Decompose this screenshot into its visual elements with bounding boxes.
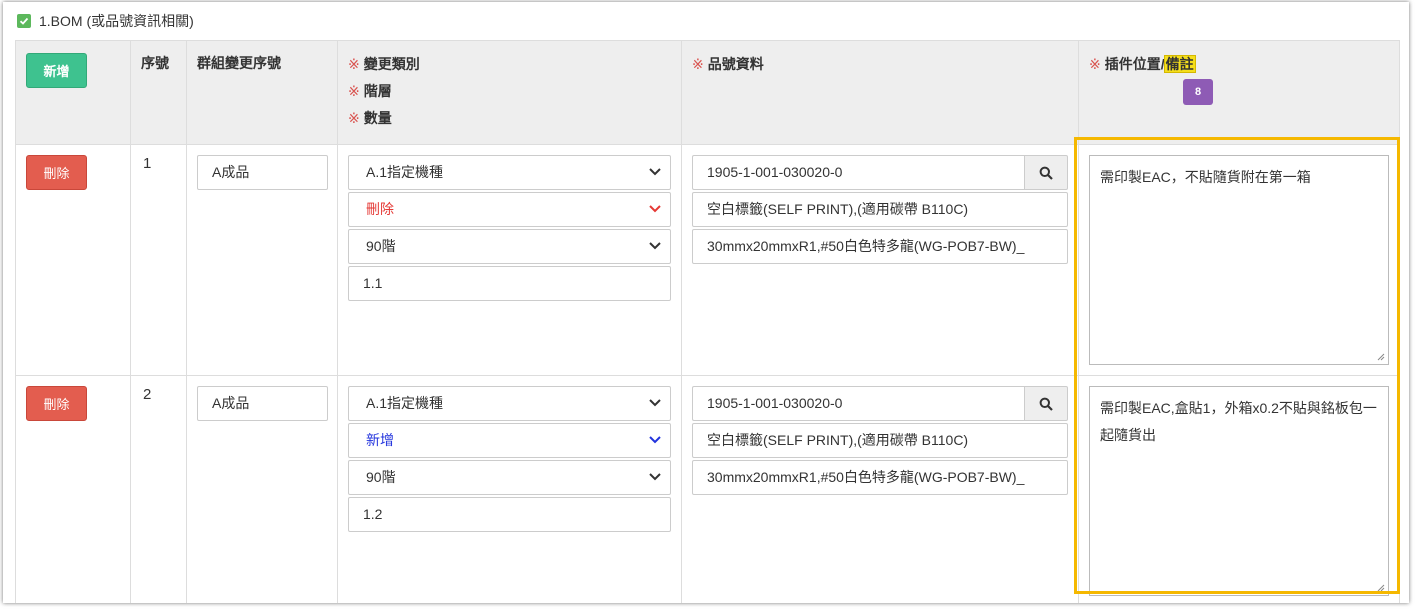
- resize-handle-icon[interactable]: [1375, 351, 1385, 361]
- part-search-group: 1905-1-001-030020-0: [692, 155, 1068, 190]
- delete-button[interactable]: 刪除: [26, 386, 87, 421]
- chevron-down-icon: [649, 242, 661, 250]
- action-select[interactable]: 新增: [348, 423, 671, 458]
- header-group-seq: 群組變更序號: [186, 40, 338, 145]
- part-number-input[interactable]: 1905-1-001-030020-0: [692, 155, 1024, 190]
- part-search-button[interactable]: [1024, 155, 1068, 190]
- required-mark: ※: [348, 56, 360, 72]
- add-button[interactable]: 新增: [26, 53, 87, 88]
- quantity-input[interactable]: 1.2: [348, 497, 671, 532]
- check-icon: [19, 17, 29, 25]
- row-part-cell: 1905-1-001-030020-0 空白標籤(SELF PRINT),(適用…: [681, 375, 1079, 603]
- required-mark: ※: [692, 56, 704, 72]
- delete-button[interactable]: 刪除: [26, 155, 87, 190]
- level-select[interactable]: 90階: [348, 460, 671, 495]
- row-seq-cell: 1: [130, 144, 187, 376]
- chevron-down-icon: [649, 168, 661, 176]
- header-position-remark: ※ 插件位置/備註: [1078, 40, 1400, 145]
- part-search-group: 1905-1-001-030020-0: [692, 386, 1068, 421]
- row-part-cell: 1905-1-001-030020-0 空白標籤(SELF PRINT),(適用…: [681, 144, 1079, 376]
- row-seq: 2: [143, 386, 152, 403]
- change-type-select[interactable]: A.1指定機種: [348, 155, 671, 190]
- part-number-input[interactable]: 1905-1-001-030020-0: [692, 386, 1024, 421]
- row-action-cell: 刪除: [15, 375, 131, 603]
- required-mark: ※: [1089, 56, 1101, 72]
- section-checkbox[interactable]: [17, 14, 31, 28]
- bom-panel: 1.BOM (或品號資訊相關) 新增 序號 群組變更序號 ※ 變更類別 ※ 階層 ※…: [3, 2, 1409, 603]
- row-action-cell: 刪除: [15, 144, 131, 376]
- chevron-down-icon: [649, 473, 661, 481]
- row-seq: 1: [143, 155, 152, 172]
- quantity-input[interactable]: 1.1: [348, 266, 671, 301]
- remark-textarea[interactable]: 需印製EAC,盒貼1，外箱x0.2不貼與銘板包一起隨貨出: [1089, 386, 1389, 596]
- group-seq-input[interactable]: A成品: [197, 386, 328, 421]
- change-type-select[interactable]: A.1指定機種: [348, 386, 671, 421]
- bom-table: 新增 序號 群組變更序號 ※ 變更類別 ※ 階層 ※ 數量 ※ 品號資料 ※ 插件位置/備…: [15, 40, 1400, 603]
- search-icon: [1039, 397, 1053, 411]
- section-header: 1.BOM (或品號資訊相關): [17, 10, 194, 32]
- section-title: 1.BOM (或品號資訊相關): [39, 13, 194, 29]
- table-row: 刪除 2 A成品 A.1指定機種 新增 90階 1.2 1905-1-001-0…: [15, 375, 1400, 603]
- part-spec-field[interactable]: 30mmx20mmxR1,#50白色特多龍(WG-POB7-BW)_: [692, 229, 1068, 264]
- chevron-down-icon: [649, 399, 661, 407]
- table-row: 刪除 1 A成品 A.1指定機種 刪除 90階 1.1 1905-1-001-0…: [15, 144, 1400, 376]
- part-name-field[interactable]: 空白標籤(SELF PRINT),(適用碳帶 B110C): [692, 192, 1068, 227]
- level-select[interactable]: 90階: [348, 229, 671, 264]
- part-spec-field[interactable]: 30mmx20mmxR1,#50白色特多龍(WG-POB7-BW)_: [692, 460, 1068, 495]
- resize-handle-icon[interactable]: [1375, 582, 1385, 592]
- header-part-info: ※ 品號資料: [681, 40, 1079, 145]
- header-add-cell: 新增: [15, 40, 131, 145]
- row-seq-cell: 2: [130, 375, 187, 603]
- chevron-down-icon: [649, 205, 661, 213]
- row-remark-cell: 需印製EAC，不貼隨貨附在第一箱: [1078, 144, 1400, 376]
- action-select[interactable]: 刪除: [348, 192, 671, 227]
- row-change-cell: A.1指定機種 新增 90階 1.2: [337, 375, 682, 603]
- remark-highlight: 備註: [1163, 55, 1196, 73]
- required-mark: ※: [348, 110, 360, 126]
- annotation-badge: 8: [1183, 79, 1213, 105]
- required-mark: ※: [348, 83, 360, 99]
- row-change-cell: A.1指定機種 刪除 90階 1.1: [337, 144, 682, 376]
- part-name-field[interactable]: 空白標籤(SELF PRINT),(適用碳帶 B110C): [692, 423, 1068, 458]
- chevron-down-icon: [649, 436, 661, 444]
- header-seq: 序號: [130, 40, 187, 145]
- row-remark-cell: 需印製EAC,盒貼1，外箱x0.2不貼與銘板包一起隨貨出: [1078, 375, 1400, 603]
- group-seq-input[interactable]: A成品: [197, 155, 328, 190]
- search-icon: [1039, 166, 1053, 180]
- header-change-type: ※ 變更類別 ※ 階層 ※ 數量: [337, 40, 682, 145]
- remark-textarea[interactable]: 需印製EAC，不貼隨貨附在第一箱: [1089, 155, 1389, 365]
- row-group-cell: A成品: [186, 144, 338, 376]
- row-group-cell: A成品: [186, 375, 338, 603]
- part-search-button[interactable]: [1024, 386, 1068, 421]
